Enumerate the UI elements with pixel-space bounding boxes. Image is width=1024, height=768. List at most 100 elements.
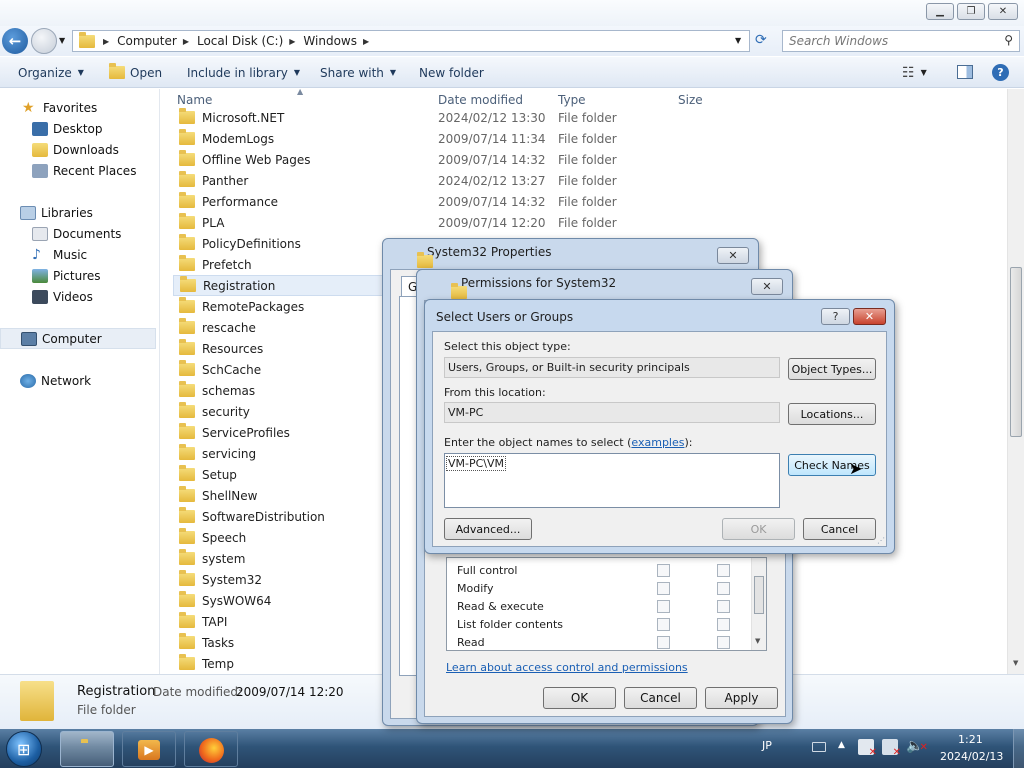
- recent-pages-chevron-icon[interactable]: ▼: [59, 36, 65, 45]
- taskbar-explorer[interactable]: [60, 731, 114, 767]
- keyboard-icon[interactable]: [812, 742, 826, 752]
- error-badge-icon: ✕: [892, 747, 901, 758]
- minimize-button[interactable]: ▁: [926, 3, 954, 20]
- select-users-close-button[interactable]: ✕: [853, 308, 886, 325]
- allow-checkbox[interactable]: [657, 635, 670, 649]
- nav-favorites[interactable]: ★ Favorites: [0, 97, 158, 118]
- address-bar[interactable]: ▶ Computer ▶ Local Disk (C:) ▶ Windows ▶: [72, 30, 750, 52]
- restore-icon: ❐: [966, 6, 976, 17]
- deny-checkbox[interactable]: [717, 581, 730, 595]
- help-icon[interactable]: ?: [992, 64, 1009, 81]
- action-center-icon[interactable]: ✕: [858, 739, 877, 758]
- breadcrumb-local-disk[interactable]: Local Disk (C:): [197, 34, 283, 48]
- advanced-button[interactable]: Advanced...: [444, 518, 532, 540]
- properties-close-button[interactable]: ✕: [717, 247, 749, 264]
- taskbar-firefox[interactable]: [184, 731, 238, 767]
- nav-desktop[interactable]: Desktop: [0, 118, 158, 139]
- select-users-dialog: Select Users or Groups ? ✕ Select this o…: [424, 299, 895, 554]
- allow-checkbox[interactable]: [657, 617, 670, 631]
- organize-menu[interactable]: Organize ▼: [18, 57, 84, 88]
- deny-checkbox[interactable]: [717, 635, 730, 649]
- deny-checkbox[interactable]: [717, 563, 730, 577]
- help-button[interactable]: ?: [821, 308, 850, 325]
- folder-icon: [179, 213, 195, 229]
- permission-label: Read & execute: [457, 599, 544, 613]
- clock-time[interactable]: 1:21: [958, 733, 983, 746]
- nav-music[interactable]: ♪ Music: [0, 244, 158, 265]
- breadcrumb-computer[interactable]: Computer: [117, 34, 177, 48]
- deny-checkbox[interactable]: [717, 599, 730, 613]
- nav-computer[interactable]: Computer: [0, 328, 156, 349]
- permission-list-scrollbar[interactable]: ▼: [751, 558, 766, 650]
- allow-checkbox[interactable]: [657, 563, 670, 577]
- check-names-button[interactable]: Check Names: [788, 454, 876, 476]
- nav-libraries[interactable]: Libraries: [0, 202, 158, 223]
- nav-recent-places[interactable]: Recent Places: [0, 160, 158, 181]
- deny-checkbox[interactable]: [717, 617, 730, 631]
- locations-button[interactable]: Locations...: [788, 403, 876, 425]
- properties-cancel-button[interactable]: Cancel: [624, 687, 697, 709]
- search-icon[interactable]: ⚲: [1004, 33, 1013, 47]
- properties-ok-button[interactable]: OK: [543, 687, 616, 709]
- breadcrumb-separator-icon[interactable]: ▶: [103, 37, 109, 46]
- allow-checkbox[interactable]: [657, 599, 670, 613]
- vertical-scrollbar[interactable]: ▼: [1007, 89, 1024, 674]
- learn-access-control-link[interactable]: Learn about access control and permissio…: [446, 661, 688, 674]
- allow-checkbox[interactable]: [657, 581, 670, 595]
- folder-icon: [179, 297, 195, 313]
- close-icon: ✕: [728, 249, 738, 262]
- object-names-textarea[interactable]: VM-PC\VM: [444, 453, 780, 508]
- new-folder-label: New folder: [419, 65, 484, 80]
- column-name-label: Name: [177, 93, 213, 107]
- properties-apply-button[interactable]: Apply: [705, 687, 778, 709]
- folder-icon: [451, 282, 467, 299]
- back-button[interactable]: ←: [2, 28, 28, 54]
- volume-icon[interactable]: 🔈✕: [906, 738, 928, 754]
- refresh-icon[interactable]: ⟳: [755, 32, 767, 48]
- maximize-button[interactable]: ❐: [957, 3, 985, 20]
- open-button[interactable]: Open: [109, 57, 162, 88]
- include-in-library-menu[interactable]: Include in library ▼: [187, 57, 300, 88]
- close-button[interactable]: ✕: [988, 3, 1018, 20]
- scroll-down-icon[interactable]: ▼: [755, 637, 760, 645]
- scrollbar-thumb[interactable]: [1010, 267, 1022, 437]
- nav-network[interactable]: Network: [0, 370, 158, 391]
- breadcrumb-separator-icon[interactable]: ▶: [289, 37, 295, 46]
- file-row[interactable]: ModemLogs 2009/07/14 11:34 File folder: [173, 128, 743, 149]
- breadcrumb-separator-icon[interactable]: ▶: [183, 37, 189, 46]
- start-button[interactable]: ⊞: [6, 731, 42, 767]
- permissions-close-button[interactable]: ✕: [751, 278, 783, 295]
- taskbar-media-player[interactable]: ▶: [122, 731, 176, 767]
- nav-videos[interactable]: Videos: [0, 286, 158, 307]
- new-folder-button[interactable]: New folder: [419, 57, 484, 88]
- language-indicator[interactable]: JP: [762, 739, 772, 752]
- select-ok-button[interactable]: OK: [722, 518, 795, 540]
- nav-downloads[interactable]: Downloads: [0, 139, 158, 160]
- scrollbar-thumb[interactable]: [754, 576, 764, 614]
- scroll-down-icon[interactable]: ▼: [1013, 659, 1018, 667]
- examples-link[interactable]: examples: [631, 436, 684, 449]
- file-row[interactable]: Panther 2024/02/12 13:27 File folder: [173, 170, 743, 191]
- file-row[interactable]: Offline Web Pages 2009/07/14 14:32 File fo…: [173, 149, 743, 170]
- search-input[interactable]: Search Windows ⚲: [782, 30, 1020, 52]
- object-types-button[interactable]: Object Types...: [788, 358, 876, 380]
- address-dropdown-icon[interactable]: ▼: [735, 36, 741, 45]
- details-name: Registration: [77, 684, 156, 699]
- file-row[interactable]: Microsoft.NET 2024/02/12 13:30 File folder: [173, 107, 743, 128]
- clock-date[interactable]: 2024/02/13: [940, 750, 1003, 763]
- select-cancel-button[interactable]: Cancel: [803, 518, 876, 540]
- view-options-icon[interactable]: ☷ ▼: [902, 57, 927, 88]
- breadcrumb-windows[interactable]: Windows: [303, 34, 357, 48]
- file-row[interactable]: PLA 2009/07/14 12:20 File folder: [173, 212, 743, 233]
- show-hidden-icons-icon[interactable]: ▲: [838, 740, 845, 750]
- nav-documents[interactable]: Documents: [0, 223, 158, 244]
- preview-pane-icon[interactable]: [957, 65, 973, 79]
- resize-grip-icon[interactable]: ⋰: [877, 536, 885, 545]
- breadcrumb-separator-icon[interactable]: ▶: [363, 37, 369, 46]
- network-tray-icon[interactable]: ✕: [882, 739, 901, 758]
- share-with-menu[interactable]: Share with ▼: [320, 57, 396, 88]
- show-desktop-button[interactable]: [1013, 729, 1024, 768]
- nav-pictures[interactable]: Pictures: [0, 265, 158, 286]
- file-row[interactable]: Performance 2009/07/14 14:32 File folder: [173, 191, 743, 212]
- forward-button[interactable]: [31, 28, 57, 54]
